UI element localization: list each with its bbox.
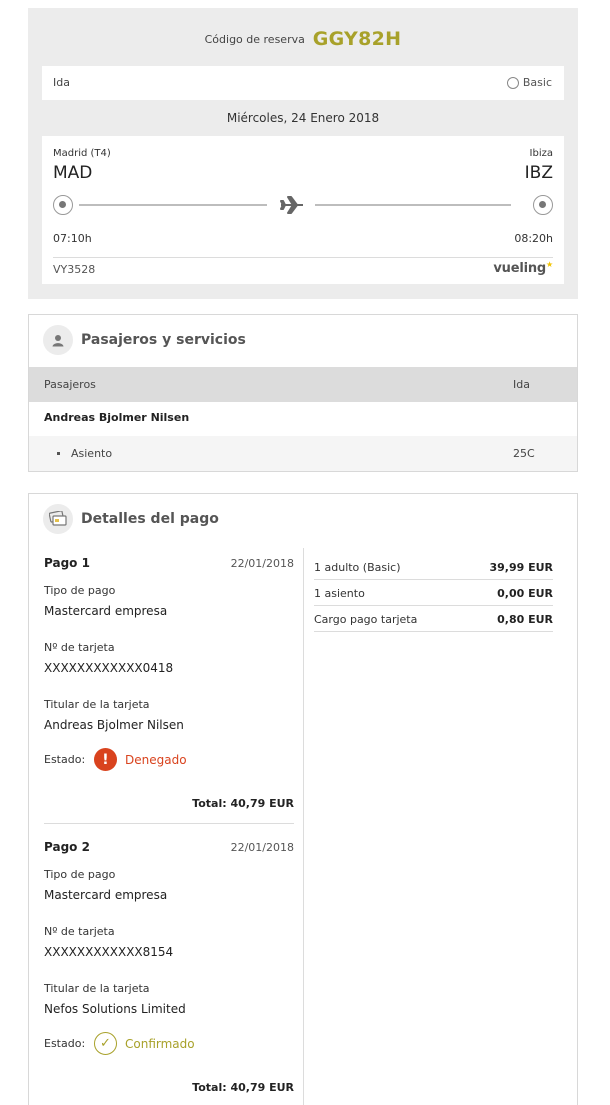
card-number-label: Nº de tarjeta [44, 925, 115, 938]
card-holder-label: Titular de la tarjeta [44, 982, 150, 995]
card-holder-label: Titular de la tarjeta [44, 698, 150, 711]
summary-label: 1 adulto (Basic) [314, 561, 401, 574]
booking-code-label: Código de reserva [204, 33, 305, 46]
passengers-header: Pasajeros y servicios [43, 325, 246, 355]
error-icon: ! [94, 748, 117, 771]
summary-row: 1 asiento 0,00 EUR [314, 580, 553, 606]
column-header-passengers: Pasajeros [44, 378, 96, 391]
payment-type-label: Tipo de pago [44, 584, 116, 597]
airline-logo: vueling★ [493, 260, 553, 276]
passenger-name: Andreas Bjolmer Nilsen [44, 411, 190, 424]
status-label: Estado: [44, 1037, 86, 1050]
status-text: Confirmado [125, 1036, 195, 1051]
route-line [315, 204, 511, 206]
seat-number: 25C [513, 447, 535, 460]
card-holder: Andreas Bjolmer Nilsen [44, 718, 184, 732]
payment-title: Pago 1 [44, 556, 90, 570]
booking-code: GGY82H [312, 28, 402, 50]
card-holder: Nefos Solutions Limited [44, 1002, 186, 1016]
checkmark-icon: ✓ [94, 1032, 117, 1055]
divider [44, 823, 294, 824]
payment-date: 22/01/2018 [230, 841, 294, 854]
destination-marker-icon [533, 195, 553, 215]
payment-total: Total: 40,79 EUR [192, 1081, 294, 1094]
summary-label: Cargo pago tarjeta [314, 613, 418, 626]
payment-header: Detalles del pago [43, 504, 219, 534]
summary-amount: 39,99 EUR [489, 561, 553, 574]
payment-type: Mastercard empresa [44, 888, 168, 902]
flight-details: Madrid (T4) Ibiza MAD IBZ 07:10h 08:20h … [42, 136, 564, 284]
service-row: Asiento 25C [29, 436, 577, 471]
service-name: Asiento [71, 447, 113, 460]
card-number: XXXXXXXXXXXX8154 [44, 945, 174, 959]
booking-card: Código de reserva GGY82H Ida Basic Miérc… [28, 8, 578, 299]
booking-code-row: Código de reserva GGY82H [28, 28, 578, 50]
airplane-icon [280, 196, 303, 214]
summary-row: 1 adulto (Basic) 39,99 EUR [314, 554, 553, 580]
flight-date: Miércoles, 24 Enero 2018 [226, 111, 380, 125]
divider [53, 257, 553, 258]
origin-city: Madrid (T4) [53, 148, 111, 159]
person-icon [43, 325, 73, 355]
status-text: Denegado [125, 752, 187, 767]
destination-code: IBZ [524, 163, 553, 183]
destination-city: Ibiza [529, 148, 553, 159]
summary-amount: 0,80 EUR [497, 613, 553, 626]
passengers-card: Pasajeros y servicios Pasajeros Ida Andr… [28, 314, 578, 472]
payment-type-label: Tipo de pago [44, 868, 116, 881]
summary-label: 1 asiento [314, 587, 365, 600]
column-divider [303, 548, 304, 1105]
arrival-time: 08:20h [514, 232, 553, 245]
flight-number: VY3528 [53, 263, 96, 276]
airline-logo-mark-icon: ★ [546, 260, 553, 269]
status-badge: ✓ Confirmado [94, 1032, 195, 1055]
route-line [79, 204, 267, 206]
price-summary: 1 adulto (Basic) 39,99 EUR 1 asiento 0,0… [314, 554, 553, 632]
origin-marker-icon [53, 195, 73, 215]
trip-header: Ida Basic [42, 66, 564, 100]
card-number: XXXXXXXXXXXX0418 [44, 661, 174, 675]
fare-option[interactable]: Basic [506, 76, 552, 89]
credit-card-icon [43, 504, 73, 534]
status-label: Estado: [44, 753, 86, 766]
section-title: Detalles del pago [81, 511, 219, 527]
airline-name: vueling [493, 261, 547, 276]
payment-title: Pago 2 [44, 840, 90, 854]
trip-direction: Ida [53, 76, 70, 89]
section-title: Pasajeros y servicios [81, 332, 246, 348]
flight-route [53, 194, 553, 216]
payment-date: 22/01/2018 [230, 557, 294, 570]
payment-type: Mastercard empresa [44, 604, 168, 618]
payment-card: Detalles del pago Pago 1 22/01/2018 Tipo… [28, 493, 578, 1105]
passengers-table-header: Pasajeros Ida [29, 367, 577, 402]
origin-code: MAD [53, 163, 93, 183]
summary-amount: 0,00 EUR [497, 587, 553, 600]
card-number-label: Nº de tarjeta [44, 641, 115, 654]
departure-time: 07:10h [53, 232, 92, 245]
payment-total: Total: 40,79 EUR [192, 797, 294, 810]
fare-label: Basic [522, 76, 552, 89]
fare-radio[interactable] [506, 76, 519, 89]
summary-row: Cargo pago tarjeta 0,80 EUR [314, 606, 553, 632]
column-header-direction: Ida [513, 378, 530, 391]
bullet-icon [57, 452, 60, 455]
status-badge: ! Denegado [94, 748, 187, 771]
